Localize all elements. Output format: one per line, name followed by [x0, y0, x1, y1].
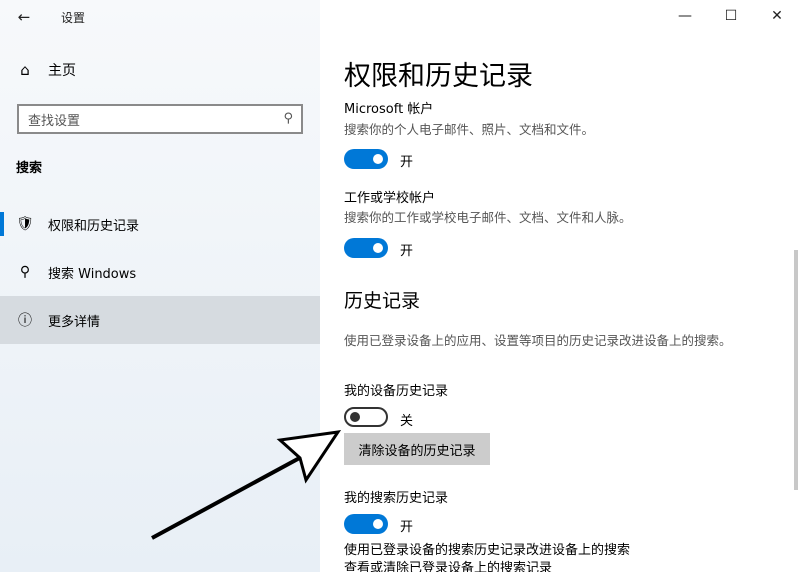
- sidebar-item-permissions[interactable]: 🛡 权限和历史记录: [0, 200, 320, 248]
- search-input[interactable]: 查找设置 ⚲: [17, 104, 303, 134]
- home-icon: ⌂: [20, 61, 30, 79]
- permissions-icon: 🛡: [16, 216, 34, 232]
- search-history-label: 我的搜索历史记录: [344, 491, 449, 506]
- sidebar-item-label: 搜索 Windows: [48, 266, 137, 282]
- sidebar-item-label: 权限和历史记录: [48, 218, 140, 234]
- work-account-description: 搜索你的工作或学校电子邮件、文档、文件和人脉。: [344, 210, 632, 225]
- search-history-state: 开: [400, 520, 414, 535]
- work-account-toggle[interactable]: [344, 238, 388, 258]
- sidebar: ← 设置 ⌂ 主页 查找设置 ⚲ 搜索 🛡 权限和历史记录 ⚲ 搜索 Windo…: [0, 0, 320, 572]
- search-history-link[interactable]: 查看或清除已登录设备上的搜索记录: [344, 560, 764, 572]
- section-label: 搜索: [16, 161, 43, 176]
- main-content: — ☐ ✕ 权限和历史记录 Microsoft 帐户 搜索你的个人电子邮件、照片…: [320, 0, 800, 572]
- clear-device-history-button[interactable]: 清除设备的历史记录: [344, 433, 490, 465]
- device-history-toggle[interactable]: [344, 407, 388, 427]
- microsoft-account-description: 搜索你的个人电子邮件、照片、文档和文件。: [344, 122, 595, 137]
- back-button[interactable]: ←: [0, 0, 48, 34]
- info-icon: ⓘ: [18, 313, 32, 329]
- home-link[interactable]: ⌂ 主页: [16, 60, 76, 80]
- search-icon: ⚲: [19, 264, 31, 280]
- toggle-knob: [373, 519, 383, 529]
- scrollbar[interactable]: [794, 250, 798, 490]
- work-account-label: 工作或学校帐户: [344, 191, 436, 206]
- page-title: 权限和历史记录: [344, 61, 533, 92]
- maximize-icon: ☐: [724, 8, 738, 24]
- search-history-description: 使用已登录设备的搜索历史记录改进设备上的搜索: [344, 543, 631, 558]
- device-history-state: 关: [400, 414, 414, 429]
- minimize-icon: —: [678, 8, 692, 24]
- history-description: 使用已登录设备上的应用、设置等项目的历史记录改进设备上的搜索。: [344, 333, 732, 348]
- back-arrow-icon: ←: [17, 8, 31, 26]
- sidebar-item-more-details[interactable]: ⓘ 更多详情: [0, 296, 320, 344]
- work-account-state: 开: [400, 244, 414, 259]
- microsoft-account-state: 开: [400, 155, 414, 170]
- title-bar: ← 设置: [0, 0, 320, 34]
- toggle-knob: [350, 412, 360, 422]
- search-placeholder: 查找设置: [28, 113, 81, 129]
- toggle-knob: [373, 154, 383, 164]
- search-history-toggle[interactable]: [344, 514, 388, 534]
- home-label: 主页: [48, 63, 76, 79]
- history-heading: 历史记录: [344, 290, 421, 312]
- sidebar-item-search-windows[interactable]: ⚲ 搜索 Windows: [0, 248, 320, 296]
- search-icon: ⚲: [283, 111, 293, 126]
- close-button[interactable]: ✕: [754, 0, 800, 32]
- close-icon: ✕: [771, 8, 783, 24]
- microsoft-account-label: Microsoft 帐户: [344, 102, 434, 117]
- minimize-button[interactable]: —: [662, 0, 708, 32]
- sidebar-item-label: 更多详情: [48, 314, 101, 330]
- maximize-button[interactable]: ☐: [708, 0, 754, 32]
- microsoft-account-toggle[interactable]: [344, 149, 388, 169]
- app-title: 设置: [61, 10, 86, 25]
- toggle-knob: [373, 243, 383, 253]
- device-history-label: 我的设备历史记录: [344, 384, 449, 399]
